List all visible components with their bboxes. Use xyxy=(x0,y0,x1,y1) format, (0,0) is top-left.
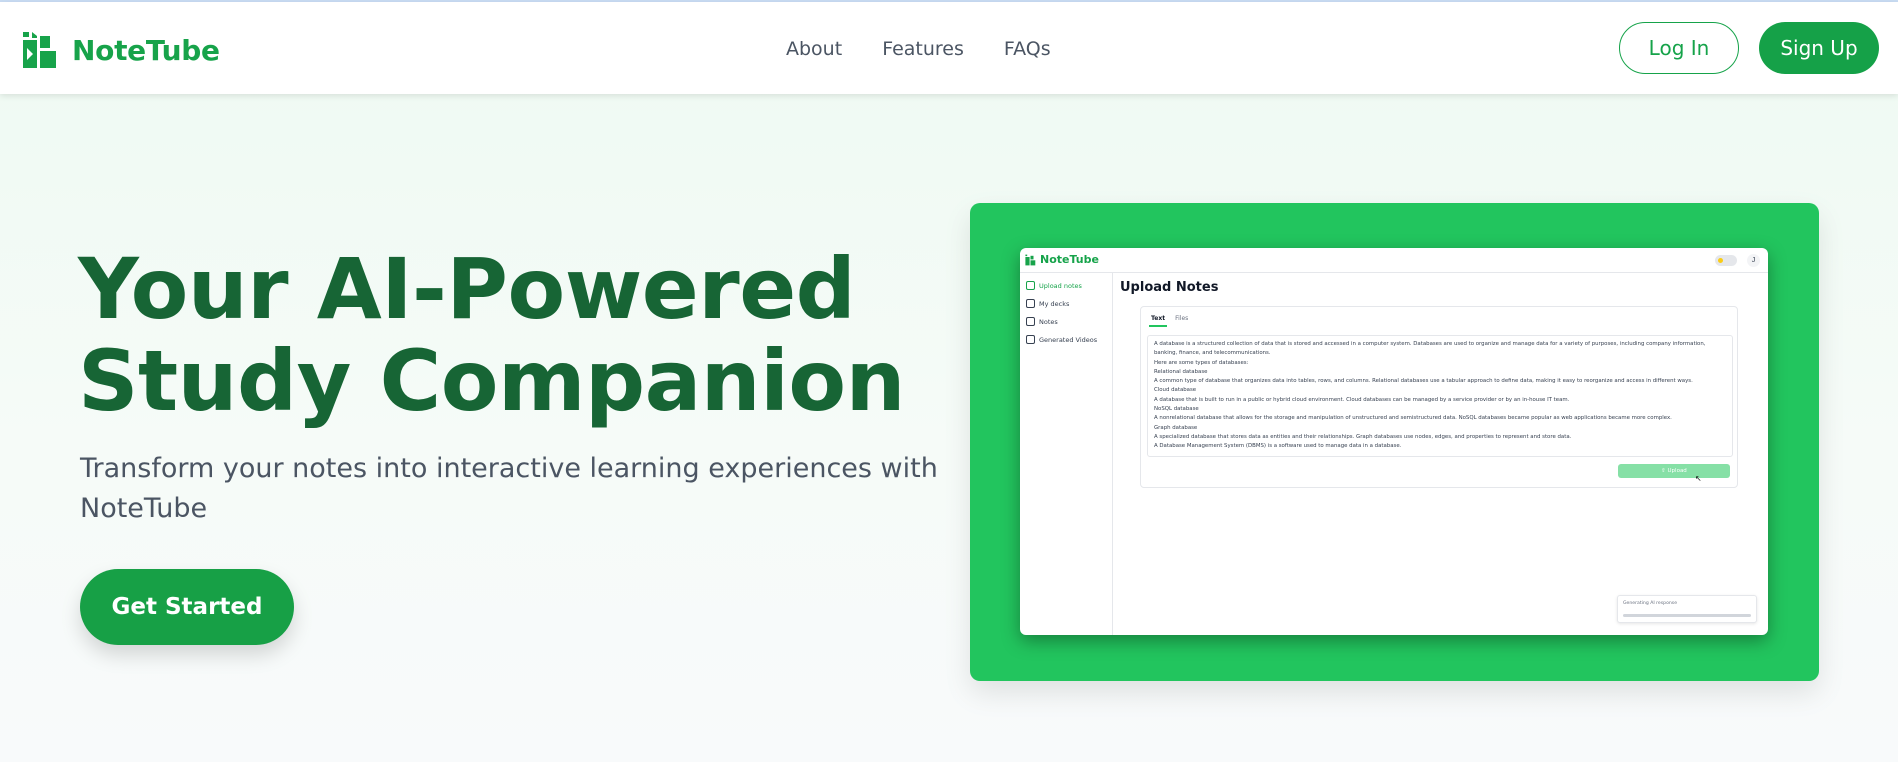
cursor-icon: ↖ xyxy=(1695,474,1702,483)
signup-button[interactable]: Sign Up xyxy=(1759,22,1879,74)
preview-sidebar-label: Upload notes xyxy=(1039,281,1082,290)
preview-sidebar-item-videos: Generated Videos xyxy=(1026,335,1097,344)
preview-brand-name: NoteTube xyxy=(1040,253,1099,266)
get-started-button[interactable]: Get Started xyxy=(80,569,294,645)
avatar: J xyxy=(1747,254,1760,267)
preview-tab-text: Text xyxy=(1149,315,1168,327)
preview-sidebar: Upload notes My decks Notes Generated Vi… xyxy=(1020,273,1113,635)
preview-sidebar-label: Generated Videos xyxy=(1039,335,1098,344)
theme-toggle xyxy=(1715,255,1737,266)
preview-brand: NoteTube xyxy=(1025,253,1099,266)
nav-link-about[interactable]: About xyxy=(786,38,842,60)
preview-upload-button: ⇧ Upload xyxy=(1618,464,1730,478)
upload-icon xyxy=(1026,281,1035,290)
nav-link-faqs[interactable]: FAQs xyxy=(1004,38,1051,60)
hero-subtitle: Transform your notes into interactive le… xyxy=(80,453,938,524)
preview-page-title: Upload Notes xyxy=(1120,280,1219,295)
preview-text-line: banking, finance, and telecommunications… xyxy=(1154,350,1271,357)
preview-sidebar-item-notes: Notes xyxy=(1026,317,1058,326)
preview-text-line: A database is a structured collection of… xyxy=(1154,341,1706,347)
hero-title-line-1: Your AI-Powered xyxy=(78,240,856,338)
preview-text-line: A database that is built to run in a pub… xyxy=(1154,396,1570,403)
main-nav: About Features FAQs xyxy=(786,38,1051,60)
preview-text-line: Here are some types of databases: xyxy=(1154,359,1249,366)
hero-title: Your AI-Powered Study Companion xyxy=(78,243,938,427)
brand[interactable]: NoteTube xyxy=(22,30,220,70)
preview-tabs: Text Files xyxy=(1149,315,1188,327)
login-button[interactable]: Log In xyxy=(1619,22,1739,74)
app-preview-panel: NoteTube J Upload notes My decks Notes G… xyxy=(970,203,1819,681)
deck-icon xyxy=(1026,299,1035,308)
preview-progress-bar xyxy=(1623,614,1751,617)
preview-sidebar-item-decks: My decks xyxy=(1026,299,1069,308)
preview-sidebar-label: Notes xyxy=(1039,317,1058,326)
preview-text-line: NoSQL database xyxy=(1154,406,1199,413)
preview-sidebar-label: My decks xyxy=(1039,299,1070,308)
notes-icon xyxy=(1026,317,1035,326)
preview-sidebar-item-upload: Upload notes xyxy=(1026,281,1082,290)
preview-text-line: A common type of database that organizes… xyxy=(1154,378,1693,385)
preview-text-line: Graph database xyxy=(1154,424,1198,431)
hero-title-line-2: Study Companion xyxy=(78,332,905,430)
app-preview-screenshot: NoteTube J Upload notes My decks Notes G… xyxy=(1020,248,1768,635)
preview-topbar: NoteTube J xyxy=(1020,248,1768,273)
preview-toast-text: Generating AI response xyxy=(1623,601,1678,606)
preview-text-line: A Database Management System (DBMS) is a… xyxy=(1154,443,1402,450)
preview-text-line: A nonrelational database that allows for… xyxy=(1154,415,1672,422)
preview-upload-label: Upload xyxy=(1667,468,1687,474)
preview-text-line: A specialized database that stores data … xyxy=(1154,433,1572,440)
preview-notes-textarea: A database is a structured collection of… xyxy=(1147,335,1733,457)
video-icon xyxy=(1026,335,1035,344)
nav-link-features[interactable]: Features xyxy=(882,38,964,60)
preview-tab-files: Files xyxy=(1175,315,1189,322)
preview-status-toast: Generating AI response xyxy=(1617,595,1757,623)
site-header: NoteTube About Features FAQs Log In Sign… xyxy=(0,2,1898,94)
preview-upload-card: Text Files A database is a structured co… xyxy=(1140,306,1738,488)
notetube-logo-icon xyxy=(23,32,56,68)
preview-text-line: Cloud database xyxy=(1154,387,1197,394)
preview-text-line: Relational database xyxy=(1154,368,1208,375)
brand-name: NoteTube xyxy=(72,33,220,67)
notetube-logo-icon xyxy=(1025,254,1036,265)
